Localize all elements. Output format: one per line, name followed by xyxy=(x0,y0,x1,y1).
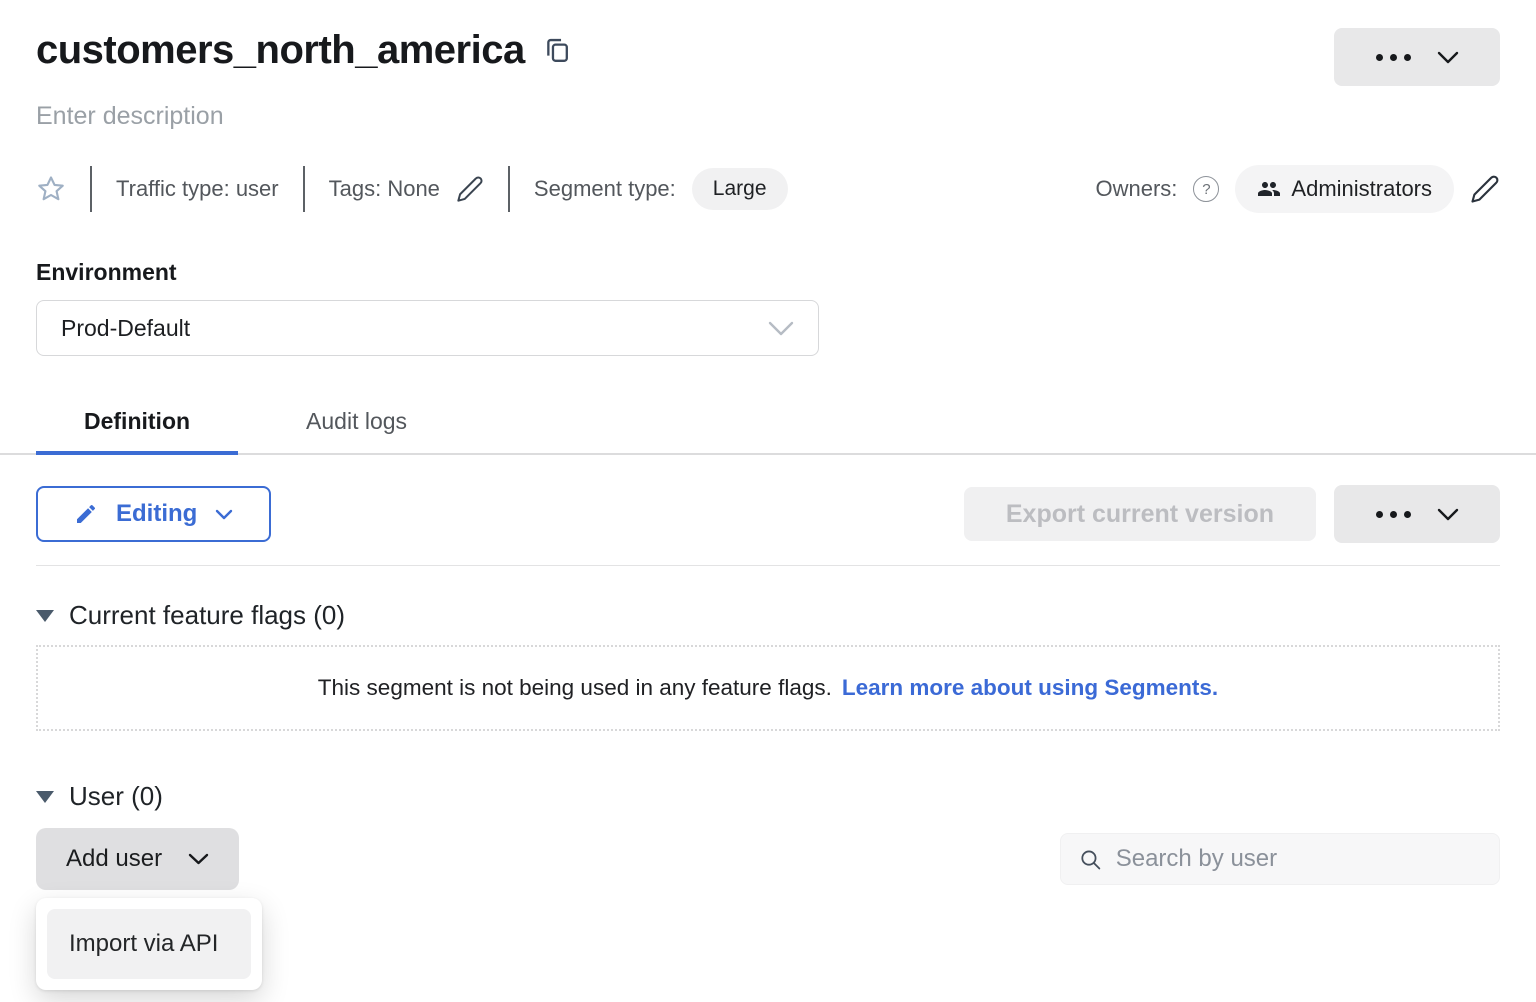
ellipsis-icon xyxy=(1376,511,1411,518)
owners-value: Administrators xyxy=(1291,176,1432,202)
feature-flags-section-header[interactable]: Current feature flags (0) xyxy=(36,600,1500,631)
segment-detail-page: customers_north_america Enter descriptio… xyxy=(0,0,1536,890)
pencil-icon xyxy=(74,502,98,526)
divider xyxy=(303,166,305,212)
environment-label: Environment xyxy=(36,259,1500,286)
divider xyxy=(36,565,1500,566)
tab-audit-logs[interactable]: Audit logs xyxy=(248,394,465,455)
meta-row: Traffic type: user Tags: None Segment ty… xyxy=(36,165,1500,213)
search-by-user-box xyxy=(1060,833,1500,885)
divider xyxy=(508,166,510,212)
learn-more-link[interactable]: Learn more about using Segments. xyxy=(842,675,1218,701)
segment-type-badge: Large xyxy=(692,168,788,210)
feature-flags-empty-state: This segment is not being used in any fe… xyxy=(36,645,1500,731)
definition-more-actions-button[interactable] xyxy=(1334,485,1500,543)
header-more-actions-button[interactable] xyxy=(1334,28,1500,86)
chevron-down-icon xyxy=(1437,51,1459,64)
collapse-triangle-icon xyxy=(36,610,54,622)
people-icon xyxy=(1257,177,1281,201)
star-icon[interactable] xyxy=(36,174,66,204)
chevron-down-icon xyxy=(188,853,209,865)
collapse-triangle-icon xyxy=(36,791,54,803)
edit-tags-pencil-icon[interactable] xyxy=(456,175,484,203)
chevron-down-icon xyxy=(768,321,794,336)
help-icon[interactable]: ? xyxy=(1193,176,1219,202)
owners-label: Owners: xyxy=(1095,176,1177,202)
add-user-label: Add user xyxy=(66,845,162,873)
tab-definition[interactable]: Definition xyxy=(36,394,238,455)
edit-owners-pencil-icon[interactable] xyxy=(1470,174,1500,204)
page-title: customers_north_america xyxy=(36,28,525,73)
search-by-user-input[interactable] xyxy=(1116,845,1481,873)
environment-selected-value: Prod-Default xyxy=(61,315,190,342)
editing-status-button[interactable]: Editing xyxy=(36,486,271,542)
add-user-dropdown-menu: Import via API xyxy=(36,898,262,990)
add-user-button[interactable]: Add user xyxy=(36,828,239,890)
tab-bar: Definition Audit logs xyxy=(0,394,1536,455)
empty-state-text: This segment is not being used in any fe… xyxy=(318,675,832,701)
user-section-title: User (0) xyxy=(69,781,163,812)
search-icon xyxy=(1079,847,1102,872)
description-placeholder[interactable]: Enter description xyxy=(36,102,1500,131)
export-current-version-button[interactable]: Export current version xyxy=(964,487,1316,541)
owners-badge: Administrators xyxy=(1235,165,1454,213)
divider xyxy=(90,166,92,212)
segment-type-label: Segment type: xyxy=(534,176,676,202)
ellipsis-icon xyxy=(1376,54,1411,61)
tags-label: Tags: None xyxy=(329,176,440,202)
chevron-down-icon xyxy=(215,509,233,520)
environment-select[interactable]: Prod-Default xyxy=(36,300,819,356)
user-section-header[interactable]: User (0) xyxy=(36,781,1500,812)
copy-icon[interactable] xyxy=(543,36,571,66)
chevron-down-icon xyxy=(1437,508,1459,521)
traffic-type-label: Traffic type: user xyxy=(116,176,279,202)
definition-toolbar: Editing Export current version xyxy=(36,485,1500,543)
user-controls-row: Add user Import via API xyxy=(36,828,1500,890)
editing-label: Editing xyxy=(116,500,197,528)
header: customers_north_america xyxy=(36,28,1500,86)
menu-item-import-via-api[interactable]: Import via API xyxy=(47,909,251,979)
feature-flags-section-title: Current feature flags (0) xyxy=(69,600,345,631)
